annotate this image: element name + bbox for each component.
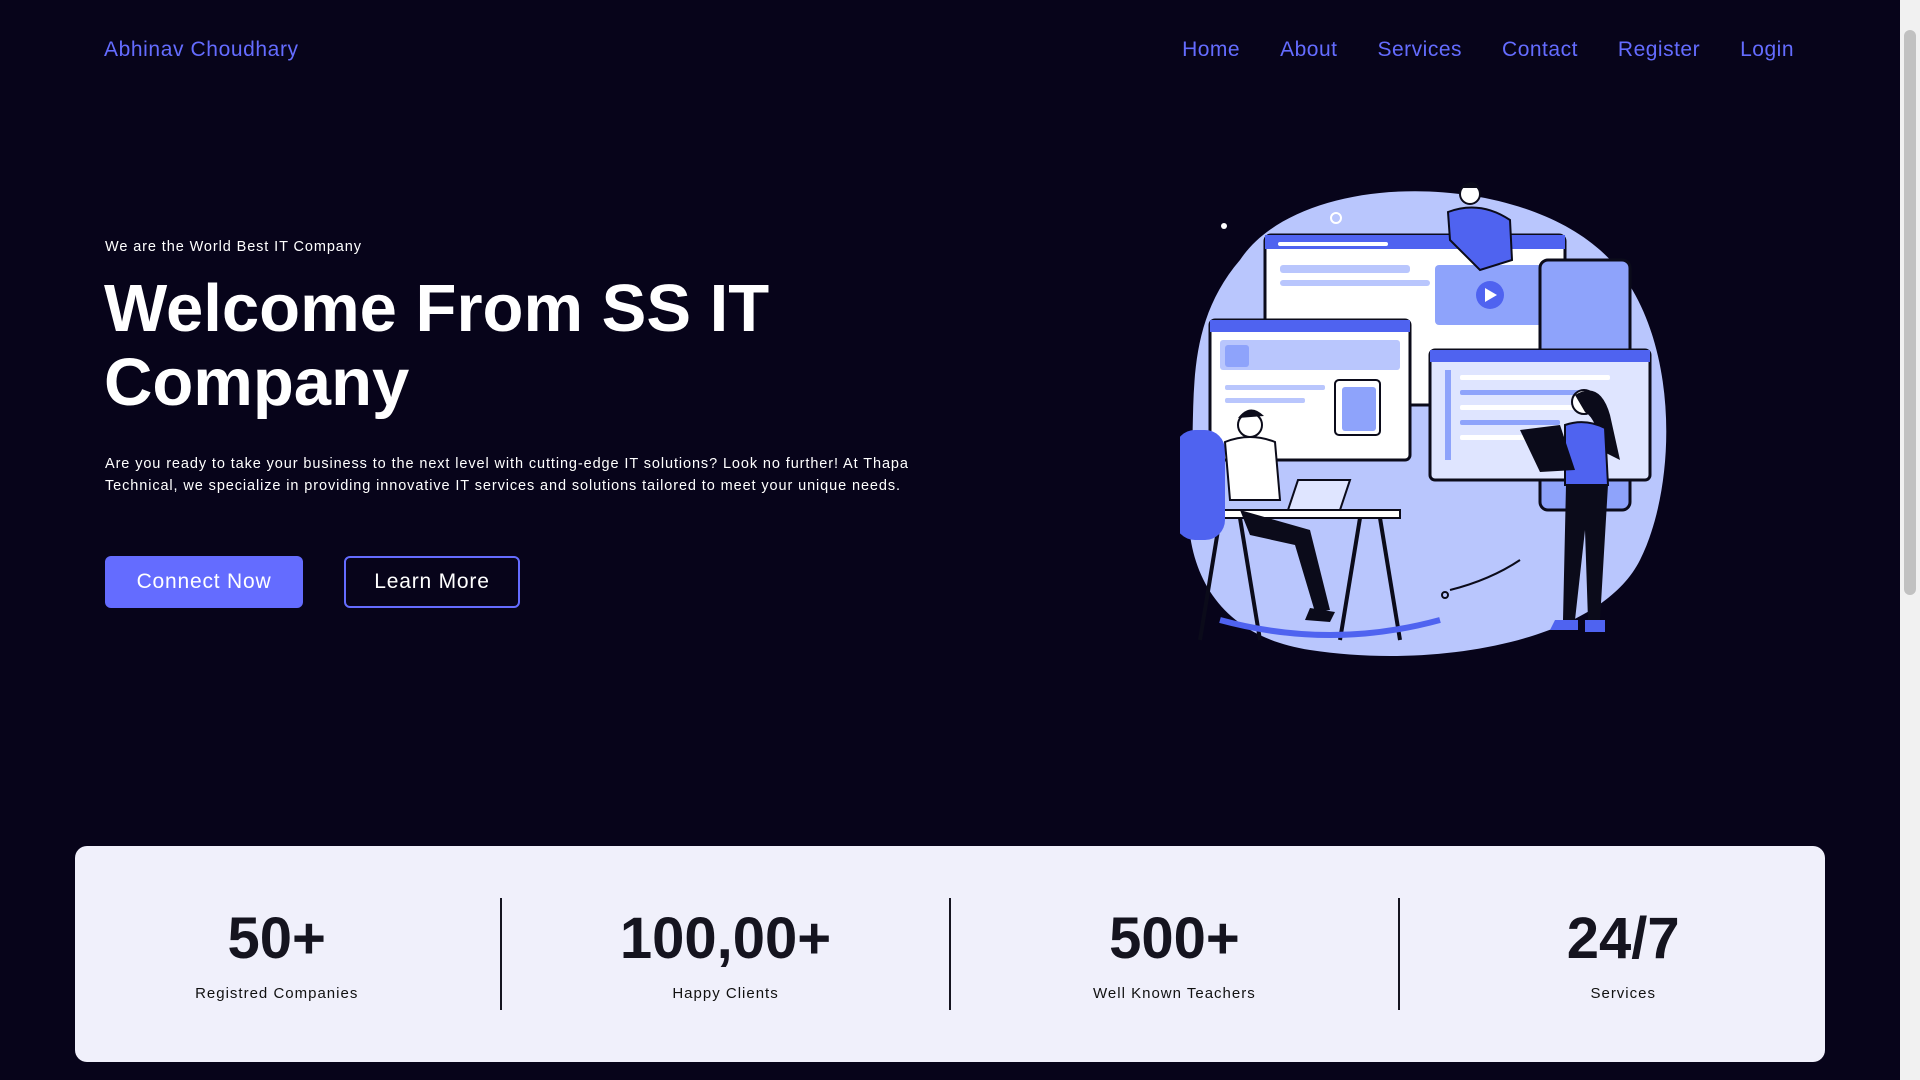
stat-divider [948, 898, 951, 1010]
stat-teachers: 500+ Well Known Teachers [994, 905, 1354, 1002]
stat-label: Happy Clients [672, 984, 779, 1002]
stat-value: 500+ [1109, 905, 1240, 971]
stat-happy-clients: 100,00+ Happy Clients [546, 905, 906, 1002]
vertical-scrollbar[interactable] [1900, 0, 1920, 1080]
hero-title: Welcome From SS IT Company [104, 271, 770, 420]
learn-more-button[interactable]: Learn More [344, 556, 520, 608]
stat-services: 24/7 Services [1443, 905, 1803, 1002]
brand-logo-text[interactable]: Abhinav Choudhary [104, 38, 299, 62]
hero-description: Are you ready to take your business to t… [105, 456, 909, 494]
nav-login[interactable]: Login [1740, 38, 1794, 62]
stat-divider [500, 898, 503, 1010]
stat-value: 50+ [227, 905, 326, 971]
stat-value: 24/7 [1566, 905, 1680, 971]
scrollbar-thumb[interactable] [1904, 30, 1916, 595]
stats-panel: 50+ Registred Companies 100,00+ Happy Cl… [75, 846, 1825, 1062]
nav-about[interactable]: About [1280, 38, 1337, 62]
connect-now-button[interactable]: Connect Now [105, 556, 303, 608]
stat-label: Well Known Teachers [1093, 984, 1256, 1002]
stat-value: 100,00+ [619, 905, 832, 971]
stat-divider [1397, 898, 1400, 1010]
nav-contact[interactable]: Contact [1502, 38, 1578, 62]
nav-services[interactable]: Services [1378, 38, 1463, 62]
site-header: Abhinav Choudhary Home About Services Co… [0, 0, 1900, 100]
nav-register[interactable]: Register [1618, 38, 1700, 62]
nav-home[interactable]: Home [1182, 38, 1240, 62]
stat-label: Services [1590, 984, 1656, 1002]
stat-label: Registred Companies [195, 984, 359, 1002]
team-working-illustration [1180, 182, 1667, 656]
stat-registered-companies: 50+ Registred Companies [97, 905, 457, 1002]
hero-tagline: We are the World Best IT Company [105, 239, 362, 255]
main-nav: Home About Services Contact Register Log… [1182, 38, 1794, 62]
